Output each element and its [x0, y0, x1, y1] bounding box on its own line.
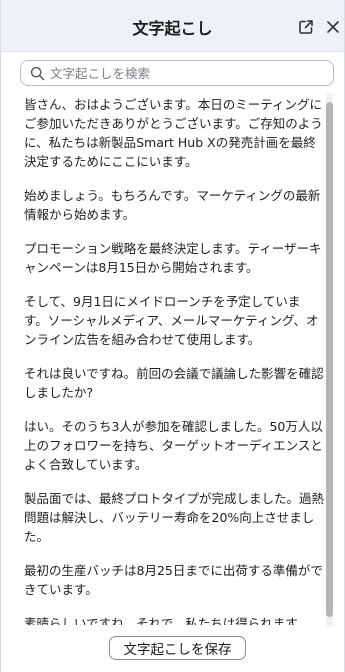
transcript-paragraph: プロモーション戦略を最終決定します。ティーザーキャンペーンは8月15日から開始さ… — [24, 241, 322, 275]
transcript-paragraph: それは良いですね。前回の会議で議論した影響を確認しましたか? — [24, 366, 324, 400]
panel-title: 文字起こし — [132, 19, 213, 38]
transcript-body: 皆さん、おはようございます。本日のミーティングにご参加いただきありがとうございま… — [24, 95, 324, 625]
transcript-scrollbar[interactable] — [326, 93, 333, 627]
popout-icon[interactable] — [297, 18, 315, 36]
save-transcript-button[interactable]: 文字起こしを保存 — [109, 636, 246, 660]
search-icon — [30, 66, 45, 81]
transcript-paragraph: 始めましょう。もちろんです。マーケティングの最新情報から始めます。 — [24, 188, 321, 222]
transcript-paragraph: 製品面では、最終プロトタイプが完成しました。過熱問題は解決し、バッテリー寿命を2… — [24, 491, 324, 544]
transcript-paragraph: 最初の生産バッチは8月25日までに出荷する準備ができています。 — [24, 563, 323, 597]
search-box — [20, 60, 334, 86]
close-icon[interactable] — [324, 18, 342, 36]
transcript-paragraph: 皆さん、おはようございます。本日のミーティングにご参加いただきありがとうございま… — [24, 97, 323, 169]
scrollbar-thumb[interactable] — [326, 102, 333, 617]
search-input[interactable] — [50, 63, 320, 83]
transcript-paragraph: そして、9月1日にメイドローンチを予定しています。ソーシャルメディア、メールマー… — [24, 294, 319, 347]
transcript-panel: 文字起こし 皆さん、おはようございます。本日のミーティングにご参加いただきありが… — [0, 0, 345, 672]
transcript-paragraph: 素晴らしいですね。それで、私たちは得られます。 — [24, 616, 310, 625]
panel-header: 文字起こし — [1, 0, 344, 52]
transcript-paragraph: はい。そのうち3人が参加を確認しました。50万人以上のフォロワーを持ち、ターゲッ… — [24, 419, 323, 472]
